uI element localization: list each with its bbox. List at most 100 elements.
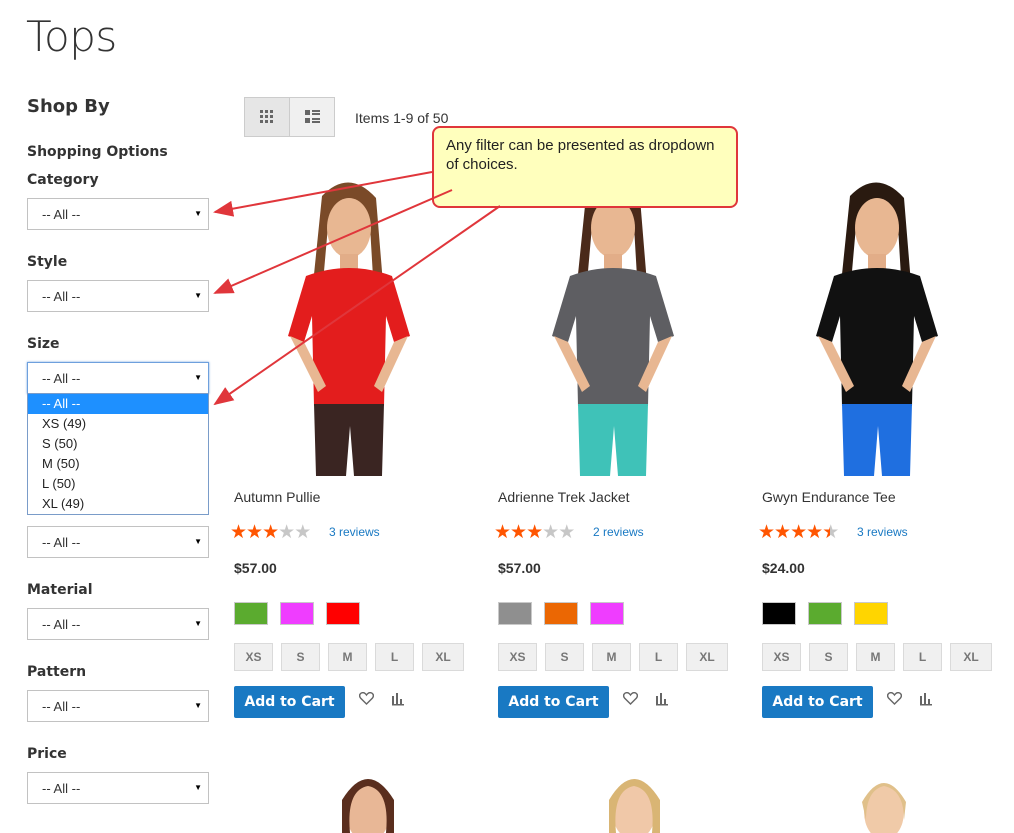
star-icon: ★	[510, 522, 527, 543]
hidden-filter-select[interactable]: -- All -- ▼	[27, 526, 209, 558]
filter-label-pattern: Pattern	[27, 664, 87, 680]
color-swatch[interactable]	[590, 602, 624, 625]
size-swatch[interactable]: XS	[762, 643, 801, 671]
star-icon: ★	[542, 522, 559, 543]
size-option[interactable]: -- All --	[28, 394, 208, 414]
size-swatch[interactable]: XS	[498, 643, 537, 671]
product-price: $57.00	[234, 560, 277, 576]
filter-label-size: Size	[27, 336, 60, 352]
product-name-link[interactable]: Gwyn Endurance Tee	[762, 489, 896, 505]
pattern-select[interactable]: -- All -- ▼	[27, 690, 209, 722]
heart-icon[interactable]	[886, 691, 903, 710]
chevron-down-icon: ▼	[194, 291, 202, 300]
size-swatch[interactable]: M	[856, 643, 895, 671]
size-select[interactable]: -- All -- ▼	[27, 362, 209, 394]
size-swatch[interactable]: S	[545, 643, 584, 671]
color-swatch[interactable]	[808, 602, 842, 625]
reviews-link[interactable]: 2 reviews	[593, 525, 644, 539]
add-to-cart-button[interactable]: Add to Cart	[762, 686, 873, 718]
size-option[interactable]: XL (49)	[28, 494, 208, 514]
size-swatch[interactable]: XL	[422, 643, 464, 671]
size-swatch[interactable]: XS	[234, 643, 273, 671]
product-price: $24.00	[762, 560, 805, 576]
items-count: Items 1-9 of 50	[355, 110, 449, 126]
star-icon: ★	[294, 522, 311, 543]
list-view-icon	[304, 110, 320, 123]
size-swatch[interactable]: L	[903, 643, 942, 671]
size-swatch[interactable]: L	[639, 643, 678, 671]
reviews-link[interactable]: 3 reviews	[329, 525, 380, 539]
style-select-value: -- All --	[42, 289, 81, 304]
shopping-options-heading: Shopping Options	[27, 144, 168, 160]
star-icon: ★	[494, 522, 511, 543]
style-select[interactable]: -- All -- ▼	[27, 280, 209, 312]
color-swatch[interactable]	[854, 602, 888, 625]
star-icon: ★	[230, 522, 247, 543]
annotation-callout: Any filter can be presented as dropdown …	[432, 126, 738, 208]
compare-icon[interactable]	[656, 693, 668, 711]
grid-view-button[interactable]	[244, 97, 290, 137]
color-swatch[interactable]	[280, 602, 314, 625]
chevron-down-icon: ▼	[194, 619, 202, 628]
compare-icon[interactable]	[392, 693, 404, 711]
product-name-link[interactable]: Autumn Pullie	[234, 489, 320, 505]
size-swatch[interactable]: S	[281, 643, 320, 671]
color-swatch[interactable]	[762, 602, 796, 625]
product-name-link[interactable]: Adrienne Trek Jacket	[498, 489, 630, 505]
filter-label-style: Style	[27, 254, 68, 270]
size-swatch[interactable]: XL	[686, 643, 728, 671]
pattern-select-value: -- All --	[42, 699, 81, 714]
size-option[interactable]: L (50)	[28, 474, 208, 494]
size-swatch[interactable]: M	[592, 643, 631, 671]
category-select-value: -- All --	[42, 207, 81, 222]
color-swatch[interactable]	[326, 602, 360, 625]
add-to-cart-button[interactable]: Add to Cart	[234, 686, 345, 718]
star-icon: ★	[822, 522, 839, 543]
material-select-value: -- All --	[42, 617, 81, 632]
star-icon: ★	[262, 522, 279, 543]
reviews-link[interactable]: 3 reviews	[857, 525, 908, 539]
product-photo[interactable]	[234, 176, 464, 476]
rating-stars: ★★★★★	[230, 521, 311, 544]
product-photo-partial[interactable]	[514, 760, 744, 833]
size-swatch[interactable]: S	[809, 643, 848, 671]
color-swatch[interactable]	[544, 602, 578, 625]
size-swatch[interactable]: XL	[950, 643, 992, 671]
star-icon: ★	[278, 522, 295, 543]
product-photo[interactable]	[498, 176, 728, 476]
product-price: $57.00	[498, 560, 541, 576]
color-swatch[interactable]	[498, 602, 532, 625]
size-swatch[interactable]: L	[375, 643, 414, 671]
star-icon: ★	[246, 522, 263, 543]
compare-icon[interactable]	[920, 693, 932, 711]
chevron-down-icon: ▼	[194, 209, 202, 218]
size-select-value: -- All --	[42, 371, 81, 386]
add-to-cart-button[interactable]: Add to Cart	[498, 686, 609, 718]
chevron-down-icon: ▼	[194, 373, 202, 382]
product-photo-partial[interactable]	[250, 760, 480, 833]
heart-icon[interactable]	[622, 691, 639, 710]
star-icon: ★	[806, 522, 823, 543]
star-icon: ★	[774, 522, 791, 543]
size-option[interactable]: XS (49)	[28, 414, 208, 434]
star-icon: ★	[790, 522, 807, 543]
star-icon: ★	[758, 522, 775, 543]
color-swatch[interactable]	[234, 602, 268, 625]
material-select[interactable]: -- All -- ▼	[27, 608, 209, 640]
rating-stars: ★★★★★	[494, 521, 575, 544]
filter-sidebar: Shop By Shopping Options Category -- All…	[27, 96, 210, 804]
size-dropdown-list: -- All -- XS (49) S (50) M (50) L (50) X…	[27, 393, 209, 515]
grid-view-icon	[260, 110, 273, 123]
size-option[interactable]: S (50)	[28, 434, 208, 454]
filter-label-material: Material	[27, 582, 93, 598]
list-view-button[interactable]	[289, 97, 335, 137]
size-option[interactable]: M (50)	[28, 454, 208, 474]
product-photo-partial[interactable]	[778, 760, 1008, 833]
price-select[interactable]: -- All -- ▼	[27, 772, 209, 804]
heart-icon[interactable]	[358, 691, 375, 710]
category-select[interactable]: -- All -- ▼	[27, 198, 209, 230]
product-photo[interactable]	[762, 176, 992, 476]
hidden-filter-select-value: -- All --	[42, 535, 81, 550]
size-swatch[interactable]: M	[328, 643, 367, 671]
star-icon: ★	[526, 522, 543, 543]
